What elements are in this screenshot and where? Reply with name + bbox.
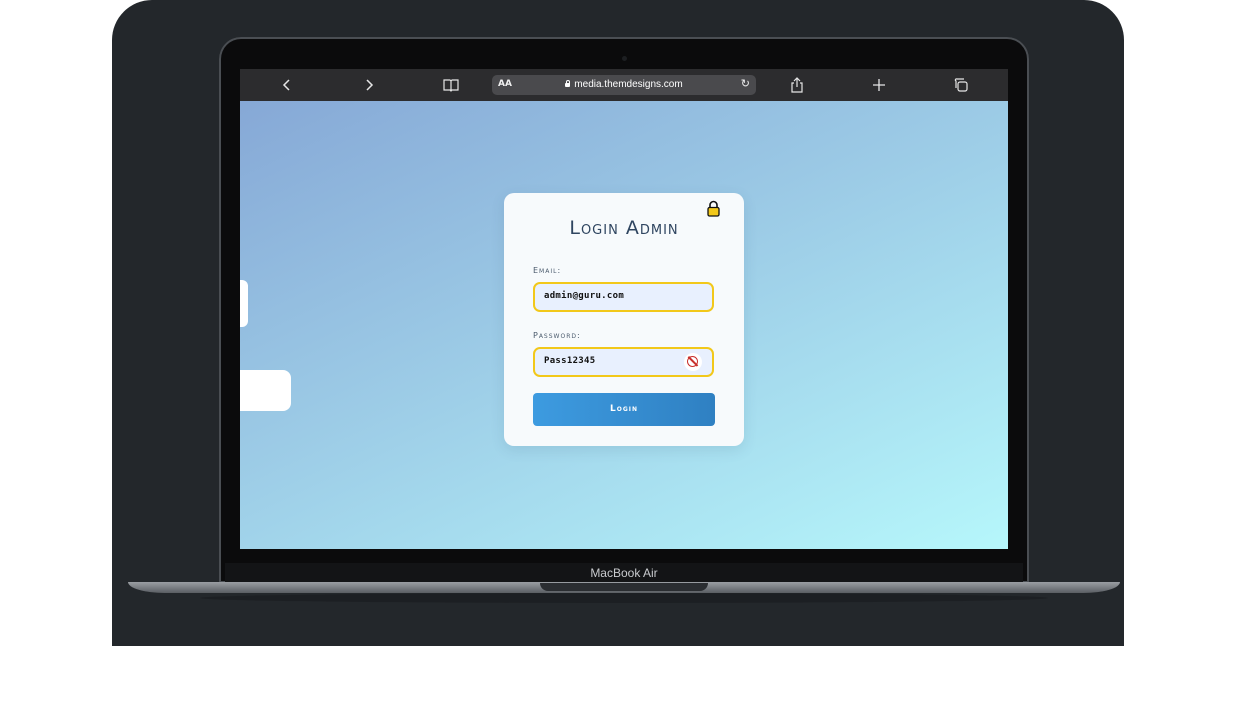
new-tab-button[interactable] bbox=[865, 69, 893, 101]
url-value: media.themdesigns.com bbox=[574, 79, 683, 90]
tabs-icon bbox=[954, 78, 968, 92]
browser-toolbar: AA media.themdesigns.com ↻ bbox=[240, 69, 1008, 101]
password-value: Pass12345 bbox=[544, 356, 596, 366]
base-shadow bbox=[200, 593, 1048, 603]
address-bar[interactable]: AA media.themdesigns.com ↻ bbox=[492, 75, 756, 95]
password-field[interactable]: Pass12345 bbox=[533, 347, 714, 377]
password-label: Password: bbox=[533, 331, 581, 340]
padlock-icon bbox=[707, 200, 720, 217]
chevron-right-icon bbox=[366, 79, 374, 91]
reload-icon[interactable]: ↻ bbox=[741, 77, 750, 90]
hide-password-icon[interactable] bbox=[684, 353, 702, 371]
share-button[interactable] bbox=[783, 69, 811, 101]
login-button[interactable]: Login bbox=[533, 393, 715, 426]
chevron-left-icon bbox=[282, 79, 290, 91]
web-page: Login Admin Email: admin@guru.com Passwo… bbox=[240, 101, 1008, 549]
device-model-label: MacBook Air bbox=[590, 566, 658, 580]
email-field[interactable]: admin@guru.com bbox=[533, 282, 714, 312]
lock-icon bbox=[565, 80, 571, 87]
book-icon bbox=[443, 79, 459, 92]
hinge-notch bbox=[540, 583, 708, 591]
camera-icon bbox=[622, 56, 627, 61]
plus-icon bbox=[873, 79, 885, 91]
share-icon bbox=[791, 77, 803, 93]
back-button[interactable] bbox=[273, 69, 301, 101]
tabs-button[interactable] bbox=[947, 69, 975, 101]
email-value: admin@guru.com bbox=[544, 291, 625, 301]
login-card: Login Admin Email: admin@guru.com Passwo… bbox=[504, 193, 744, 446]
side-panel-fragment bbox=[240, 370, 291, 411]
url-text: media.themdesigns.com bbox=[492, 79, 756, 90]
card-title: Login Admin bbox=[569, 217, 679, 239]
email-label: Email: bbox=[533, 266, 562, 275]
bookmarks-button[interactable] bbox=[437, 69, 465, 101]
screen: AA media.themdesigns.com ↻ Login Admin E… bbox=[240, 69, 1008, 549]
forward-button[interactable] bbox=[355, 69, 383, 101]
side-panel-fragment bbox=[240, 280, 248, 327]
